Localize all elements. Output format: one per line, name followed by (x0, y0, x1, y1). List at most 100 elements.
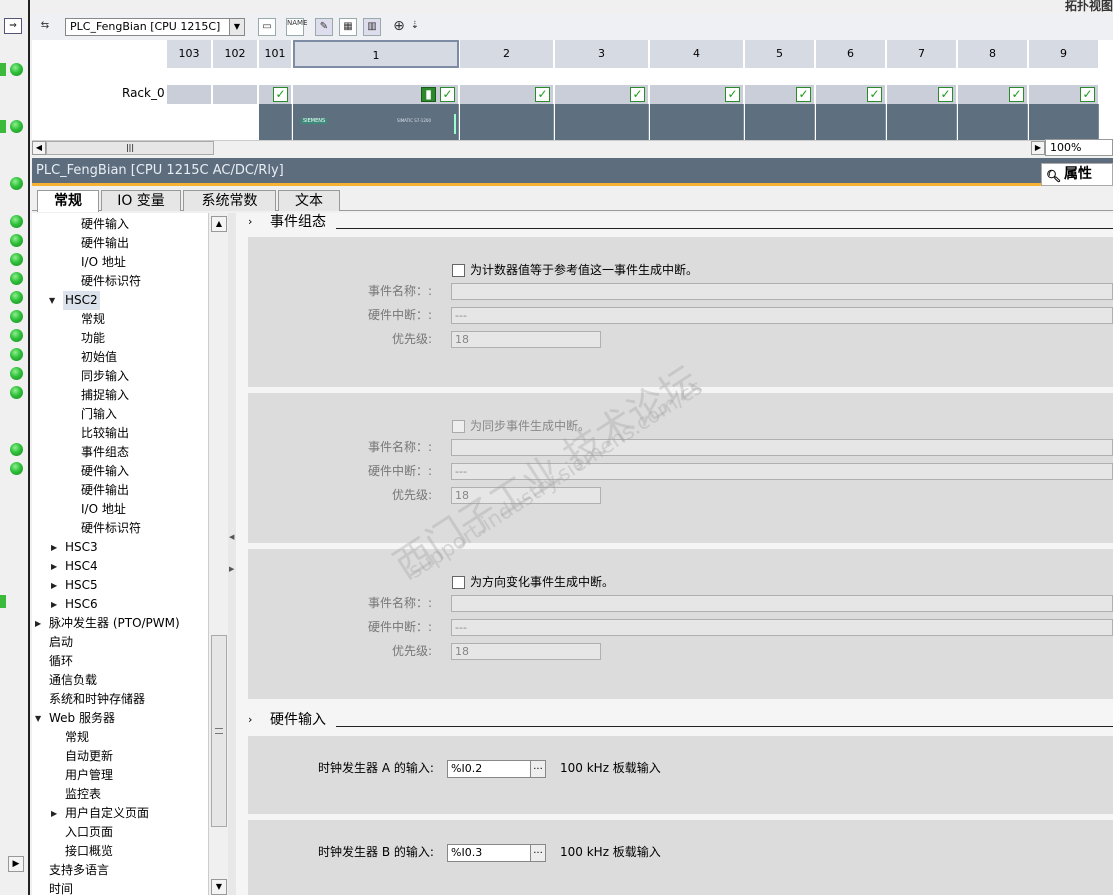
tree-item-pulse-generator[interactable]: ▶ 脉冲发生器 (PTO/PWM) (35, 614, 180, 633)
chevron-down-icon[interactable]: ▼ (229, 18, 245, 36)
edit-tool-icon[interactable]: ✎ (315, 18, 333, 36)
properties-icon: 🔍︎ (1046, 169, 1062, 183)
caret-right-icon[interactable]: ▶ (51, 576, 57, 595)
caret-down-icon[interactable]: ▼ (35, 709, 41, 728)
tree-item[interactable]: 自动更新 (65, 747, 113, 766)
interrupt-checkbox[interactable] (452, 576, 465, 589)
tree-item[interactable]: 支持多语言 (49, 861, 109, 880)
tree-item-hsc4[interactable]: ▶ HSC4 (51, 557, 98, 576)
properties-tab[interactable]: 🔍︎ 属性 (1041, 163, 1113, 186)
rack-module-slot[interactable] (816, 104, 886, 140)
priority-input[interactable]: 18 (451, 643, 601, 660)
event-name-input[interactable] (451, 595, 1113, 612)
scroll-thumb[interactable] (211, 635, 227, 827)
tree-item-hsc6[interactable]: ▶ HSC6 (51, 595, 98, 614)
device-network-icon[interactable]: ⇆ (36, 18, 54, 36)
tree-item[interactable]: 启动 (49, 633, 73, 652)
interrupt-checkbox[interactable] (452, 420, 465, 433)
rack-module-slot[interactable] (650, 104, 744, 140)
clock-b-input[interactable]: %I0.3 (447, 844, 531, 862)
tree-item[interactable]: 硬件标识符 (81, 272, 141, 291)
export-icon[interactable]: ⇒ (4, 18, 22, 34)
show-name-icon[interactable]: NAME (286, 18, 308, 36)
tree-item[interactable]: 用户管理 (65, 766, 113, 785)
tree-item-user-pages[interactable]: ▶ 用户自定义页面 (51, 804, 149, 823)
tree-item[interactable]: 常规 (65, 728, 89, 747)
tree-item[interactable]: 捕捉输入 (81, 386, 129, 405)
section-header-hardware-inputs[interactable]: › 硬件输入 (236, 711, 1113, 729)
tab-general[interactable]: 常规 (37, 190, 99, 212)
rack-module-slot[interactable] (259, 104, 292, 140)
rack-module-slot[interactable] (460, 104, 554, 140)
priority-input[interactable]: 18 (451, 331, 601, 348)
tree-item[interactable]: 初始值 (81, 348, 117, 367)
tree-item[interactable]: 门输入 (81, 405, 117, 424)
caret-right-icon[interactable]: ▶ (51, 557, 57, 576)
section-header-events[interactable]: › 事件组态 (236, 213, 1113, 231)
hardware-interrupt-input[interactable]: --- (451, 307, 1113, 324)
scroll-thumb[interactable]: ||| (46, 141, 214, 155)
device-selector[interactable]: PLC_FengBian [CPU 1215C] ▼ (65, 18, 245, 36)
zoom-field[interactable]: 100% (1045, 139, 1113, 156)
rack-module-slot[interactable] (1029, 104, 1099, 140)
grid-icon[interactable]: ▦ (339, 18, 357, 36)
tree-item[interactable]: 通信负载 (49, 671, 97, 690)
tree-item[interactable]: 同步输入 (81, 367, 129, 386)
hardware-interrupt-input[interactable]: --- (451, 619, 1113, 636)
rack-module-slot[interactable] (887, 104, 957, 140)
scroll-down-icon[interactable]: ▼ (211, 879, 227, 895)
tree-item[interactable]: I/O 地址 (81, 500, 126, 519)
tree-item[interactable]: 时间 (49, 880, 73, 895)
tree-item[interactable]: 比较输出 (81, 424, 129, 443)
tab-system-constants[interactable]: 系统常数 (183, 190, 276, 211)
tree-item[interactable]: 事件组态 (81, 443, 129, 462)
tree-item[interactable]: 硬件标识符 (81, 519, 141, 538)
tree-item[interactable]: 常规 (81, 310, 105, 329)
tree-item-hsc5[interactable]: ▶ HSC5 (51, 576, 98, 595)
caret-down-icon[interactable]: ▼ (49, 291, 55, 310)
tree-item[interactable]: 硬件输出 (81, 481, 129, 500)
event-name-input[interactable] (451, 283, 1113, 300)
rack-module-slot[interactable] (958, 104, 1028, 140)
caret-right-icon[interactable]: ▶ (51, 538, 57, 557)
caret-right-icon[interactable]: ▶ (51, 804, 57, 823)
device-view-toolbar: ⇆ PLC_FengBian [CPU 1215C] ▼ ▭ NAME ✎ ▦ … (32, 14, 1113, 40)
chevron-right-icon[interactable]: › (248, 213, 252, 231)
tab-io-tags[interactable]: IO 变量 (101, 190, 181, 211)
tree-item[interactable]: 硬件输入 (81, 462, 129, 481)
panel-icon[interactable]: ▥ (363, 18, 381, 36)
expand-right-button[interactable]: ▶ (8, 856, 24, 872)
rack-view-icon[interactable]: ▭ (258, 18, 276, 36)
tree-item[interactable]: 监控表 (65, 785, 101, 804)
scroll-left-icon[interactable]: ◀ (32, 141, 46, 155)
scroll-right-icon[interactable]: ▶ (1031, 141, 1045, 155)
clock-a-input[interactable]: %I0.2 (447, 760, 531, 778)
tab-texts[interactable]: 文本 (278, 190, 340, 211)
tree-item[interactable]: 硬件输入 (81, 215, 129, 234)
tree-item[interactable]: 功能 (81, 329, 105, 348)
topology-view-tab[interactable]: 拓扑视图 (1044, 0, 1113, 12)
tree-item[interactable]: 硬件输出 (81, 234, 129, 253)
tree-item-hsc2[interactable]: ▼ HSC2 (49, 291, 100, 310)
browse-button[interactable]: ... (530, 760, 546, 778)
rack-module-slot[interactable] (745, 104, 815, 140)
tree-item[interactable]: 接口概览 (65, 842, 113, 861)
tree-item[interactable]: 循环 (49, 652, 73, 671)
tree-item[interactable]: 系统和时钟存储器 (49, 690, 145, 709)
scroll-up-icon[interactable]: ▲ (211, 216, 227, 232)
browse-button[interactable]: ... (530, 844, 546, 862)
interrupt-checkbox[interactable] (452, 264, 465, 277)
chevron-right-icon[interactable]: › (248, 711, 252, 729)
rack-module-slot[interactable] (555, 104, 649, 140)
navigation-scrollbar[interactable]: ▲ ▼ (208, 213, 228, 895)
caret-right-icon[interactable]: ▶ (35, 614, 41, 633)
cpu-module[interactable]: SIEMENS SIMATIC S7-1200 (293, 104, 459, 140)
rack-horizontal-scrollbar[interactable]: ◀ ||| ▶ (32, 140, 1045, 156)
tree-item[interactable]: 入口页面 (65, 823, 113, 842)
caret-right-icon[interactable]: ▶ (51, 595, 57, 614)
tree-item[interactable]: I/O 地址 (81, 253, 126, 272)
download-icon[interactable]: ⇣ (406, 18, 424, 36)
tree-item-web-server[interactable]: ▼ Web 服务器 (35, 709, 115, 728)
panel-splitter[interactable]: ◀ ▶ (228, 213, 236, 895)
tree-item-hsc3[interactable]: ▶ HSC3 (51, 538, 98, 557)
